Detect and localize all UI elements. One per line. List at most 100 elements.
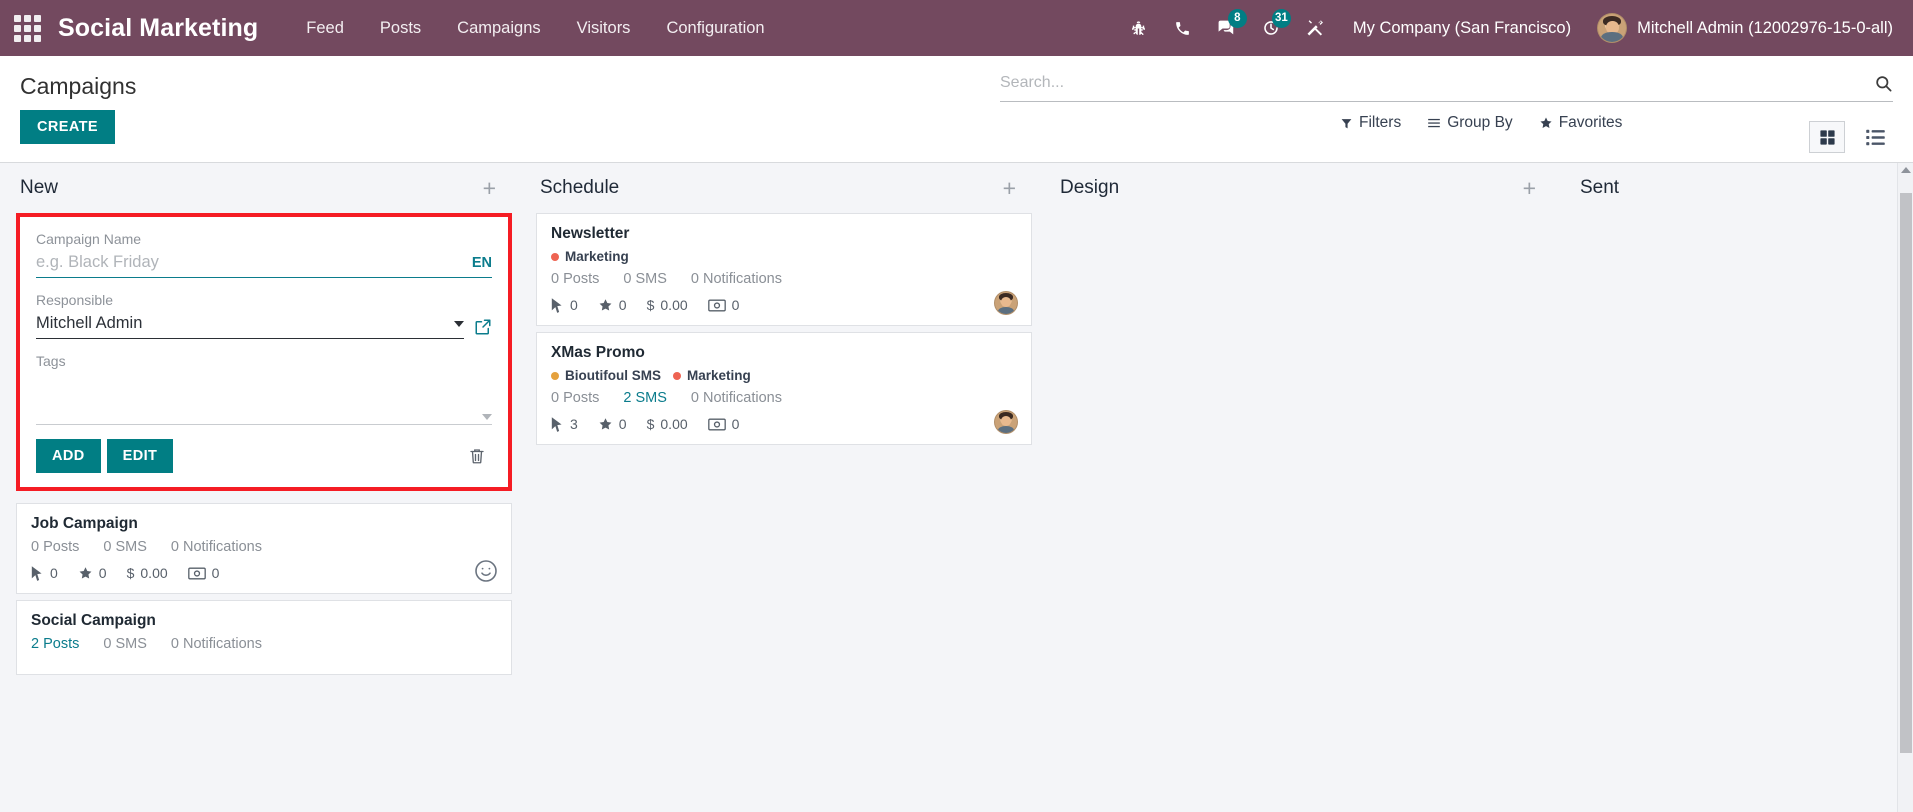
stat-clicks: 0 xyxy=(31,565,58,581)
favorites-button[interactable]: Favorites xyxy=(1539,114,1622,132)
count-sms[interactable]: 2 SMS xyxy=(623,390,667,406)
tags-field[interactable] xyxy=(36,373,492,425)
card-title: Social Campaign xyxy=(31,612,156,629)
stat-clicks-value: 0 xyxy=(570,297,578,313)
filter-buttons: Filters Group By Favorites xyxy=(1000,114,1893,132)
responsible-field[interactable] xyxy=(36,312,464,339)
create-button[interactable]: CREATE xyxy=(20,110,115,144)
avatar[interactable] xyxy=(994,410,1018,434)
campaign-name-field[interactable]: EN xyxy=(36,251,492,278)
group-by-button-label: Group By xyxy=(1447,114,1513,131)
kanban-card-social-campaign[interactable]: Social Campaign 2 Posts 0 SMS 0 Notifica… xyxy=(16,600,512,675)
tag-label: Marketing xyxy=(686,368,751,383)
cursor-click-icon xyxy=(551,297,562,313)
stat-revenue: $ 0.00 xyxy=(127,565,168,581)
tag-dot xyxy=(551,252,559,261)
view-switcher xyxy=(1809,121,1893,153)
smiley-icon[interactable] xyxy=(474,559,498,583)
count-notifications[interactable]: 0 Notifications xyxy=(171,636,262,652)
stat-leads-value: 0 xyxy=(618,416,627,432)
scrollbar-thumb[interactable] xyxy=(1900,193,1912,753)
stat-revenue: $ 0.00 xyxy=(647,297,688,313)
star-icon xyxy=(599,417,612,429)
count-notifications[interactable]: 0 Notifications xyxy=(171,539,262,555)
add-button[interactable]: ADD xyxy=(36,439,101,473)
count-notifications[interactable]: 0 Notifications xyxy=(691,390,782,406)
kanban-column-header: Design + xyxy=(1040,163,1552,213)
nav-menu-feed[interactable]: Feed xyxy=(288,13,362,44)
campaign-name-input[interactable] xyxy=(36,251,464,274)
chevron-down-icon[interactable] xyxy=(454,320,464,327)
star-icon xyxy=(599,298,612,310)
count-posts[interactable]: 0 Posts xyxy=(31,539,79,555)
nav-menu-posts[interactable]: Posts xyxy=(362,13,439,44)
bug-icon[interactable] xyxy=(1117,6,1161,50)
campaign-name-label: Campaign Name xyxy=(36,231,142,247)
kanban-column-title: Schedule xyxy=(540,177,620,198)
kanban-column-header: New + xyxy=(0,163,512,213)
kanban-card-newsletter[interactable]: Newsletter Marketing 0 Posts 0 SMS 0 Not… xyxy=(536,213,1032,326)
list-view-button[interactable] xyxy=(1857,121,1893,153)
stat-quotations: 0 xyxy=(707,297,740,313)
card-stats: 0 0 $ 0.00 0 xyxy=(31,565,497,581)
nav-menu-campaigns[interactable]: Campaigns xyxy=(439,13,558,44)
external-link-icon[interactable] xyxy=(474,318,492,339)
group-by-button[interactable]: Group By xyxy=(1427,114,1513,132)
nav-menu-visitors[interactable]: Visitors xyxy=(559,13,649,44)
responsible-input[interactable] xyxy=(36,312,446,335)
responsible-row xyxy=(36,312,492,339)
stat-revenue-value: 0.00 xyxy=(660,297,688,313)
plus-icon[interactable]: + xyxy=(1517,176,1542,200)
vertical-scrollbar[interactable] xyxy=(1897,163,1913,812)
tags-group: Tags xyxy=(36,353,492,425)
count-posts[interactable]: 0 Posts xyxy=(551,390,599,406)
count-sms[interactable]: 0 SMS xyxy=(103,636,147,652)
plus-icon[interactable]: + xyxy=(997,176,1022,200)
messages-badge: 8 xyxy=(1227,9,1247,28)
kanban-column-header: Sent + xyxy=(1560,163,1913,213)
phone-icon[interactable] xyxy=(1161,6,1205,50)
search-icon[interactable] xyxy=(1866,74,1893,93)
kanban-column-title: New xyxy=(20,177,59,198)
activities-badge: 31 xyxy=(1271,9,1291,28)
responsible-group: Responsible xyxy=(36,292,492,339)
star-icon xyxy=(79,566,92,578)
avatar xyxy=(1597,13,1628,43)
plus-icon[interactable]: + xyxy=(477,176,502,200)
count-notifications[interactable]: 0 Notifications xyxy=(691,271,782,287)
avatar[interactable] xyxy=(994,291,1018,315)
quick-create-highlight: Campaign Name EN Responsible xyxy=(16,213,512,491)
stat-leads-value: 0 xyxy=(98,565,107,581)
stat-quotations-value: 0 xyxy=(731,297,740,313)
count-posts[interactable]: 2 Posts xyxy=(31,636,79,652)
kanban-column-body xyxy=(1560,213,1913,812)
count-sms[interactable]: 0 SMS xyxy=(103,539,147,555)
search-input[interactable] xyxy=(1000,72,1866,94)
activities-clock-icon[interactable]: 31 xyxy=(1249,6,1293,50)
company-switcher[interactable]: My Company (San Francisco) xyxy=(1337,13,1587,44)
language-badge[interactable]: EN xyxy=(464,255,492,271)
count-sms[interactable]: 0 SMS xyxy=(623,271,667,287)
tools-wrench-icon[interactable] xyxy=(1293,6,1337,50)
search-bar[interactable] xyxy=(1000,72,1893,102)
card-counts: 0 Posts 0 SMS 0 Notifications xyxy=(31,539,497,555)
kanban-card-job-campaign[interactable]: Job Campaign 0 Posts 0 SMS 0 Notificatio… xyxy=(16,503,512,594)
count-posts[interactable]: 0 Posts xyxy=(551,271,599,287)
kanban-card-xmas-promo[interactable]: XMas Promo Bioutifoul SMS Marketing 0 Po… xyxy=(536,332,1032,445)
filters-button[interactable]: Filters xyxy=(1340,114,1401,132)
user-menu[interactable]: Mitchell Admin (12002976-15-0-all) xyxy=(1587,9,1899,47)
app-brand-title[interactable]: Social Marketing xyxy=(58,14,258,43)
apps-grid-icon[interactable] xyxy=(10,11,44,45)
edit-button[interactable]: EDIT xyxy=(106,439,174,473)
nav-menu-configuration[interactable]: Configuration xyxy=(648,13,782,44)
trash-icon[interactable] xyxy=(468,447,492,465)
card-title: Job Campaign xyxy=(31,515,138,532)
responsible-label: Responsible xyxy=(36,292,114,308)
messages-icon[interactable]: 8 xyxy=(1205,6,1249,50)
chevron-down-icon[interactable] xyxy=(482,414,492,420)
card-tags: Marketing xyxy=(551,249,1017,264)
kanban-column-body: Campaign Name EN Responsible xyxy=(0,213,512,812)
kanban-view-button[interactable] xyxy=(1809,121,1845,153)
scroll-up-arrow-icon[interactable] xyxy=(1901,167,1911,173)
dollar-icon: $ xyxy=(646,297,655,313)
